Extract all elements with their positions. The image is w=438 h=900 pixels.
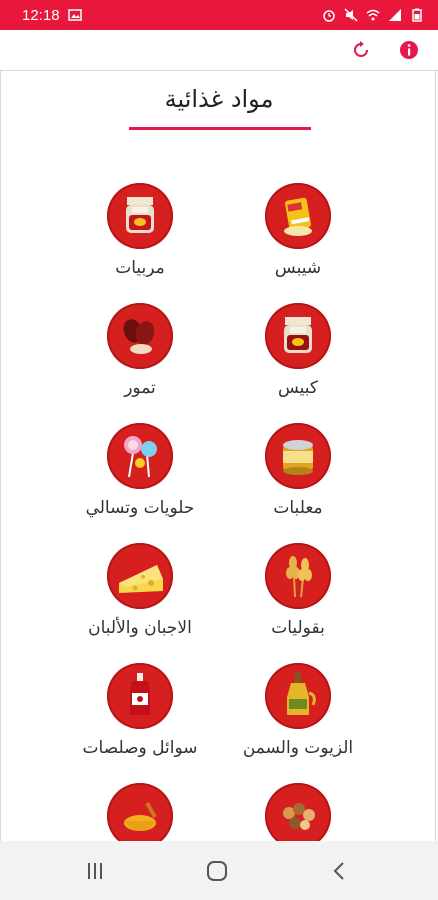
category-oils[interactable]: الزيوت والسمن [213,663,383,773]
app-bar [0,30,438,71]
category-sauces[interactable]: سوائل وصلصات [55,663,225,773]
alarm-icon [323,10,335,22]
category-label: تمور [124,378,156,398]
category-label: سوائل وصلصات [82,738,198,758]
home-icon[interactable] [205,859,229,883]
category-sweets[interactable]: حلويات وتسالي [55,423,225,533]
nav-bar [0,841,438,900]
recent-apps-icon[interactable] [83,859,107,883]
status-bar: 12:18 [0,0,438,30]
back-icon[interactable] [328,859,352,883]
oil-bottle-icon [265,663,331,729]
mute-icon [344,8,358,22]
category-dairy[interactable]: الاجبان والألبان [55,543,225,653]
title-underline [129,127,311,130]
refresh-icon[interactable] [350,39,372,61]
spices-icon [107,783,173,841]
canned-food-icon [265,423,331,489]
category-label: بقوليات [271,618,325,638]
category-nuts[interactable] [213,783,383,841]
image-icon [67,9,82,21]
category-label: معلبات [273,498,323,518]
wheat-icon [265,543,331,609]
status-time: 12:18 [22,6,60,24]
content-panel: مواد غذائية شيبس مربيات كبيس تمور معلبات… [0,71,436,841]
category-jam[interactable]: مربيات [55,183,225,293]
jam-jar-icon [107,183,173,249]
category-canned[interactable]: معلبات [213,423,383,533]
category-pickles[interactable]: كبيس [213,303,383,413]
dates-icon [107,303,173,369]
category-legumes[interactable]: بقوليات [213,543,383,653]
category-dates[interactable]: تمور [55,303,225,413]
category-label: حلويات وتسالي [85,498,195,518]
battery-icon [412,8,422,22]
pickles-jar-icon [265,303,331,369]
nuts-icon [265,783,331,841]
category-spices[interactable] [55,783,225,841]
category-chips[interactable]: شيبس [213,183,383,293]
info-icon[interactable] [398,39,420,61]
wifi-icon [366,9,380,21]
ketchup-icon [107,663,173,729]
page-title: مواد غذائية [164,85,274,113]
category-label: الاجبان والألبان [88,618,192,638]
category-label: شيبس [274,258,322,278]
chips-icon [265,183,331,249]
category-label: الزيوت والسمن [242,738,354,758]
lollipop-icon [107,423,173,489]
cheese-icon [107,543,173,609]
signal-icon [389,9,401,21]
category-label: كبيس [277,378,319,398]
category-label: مربيات [115,258,165,278]
